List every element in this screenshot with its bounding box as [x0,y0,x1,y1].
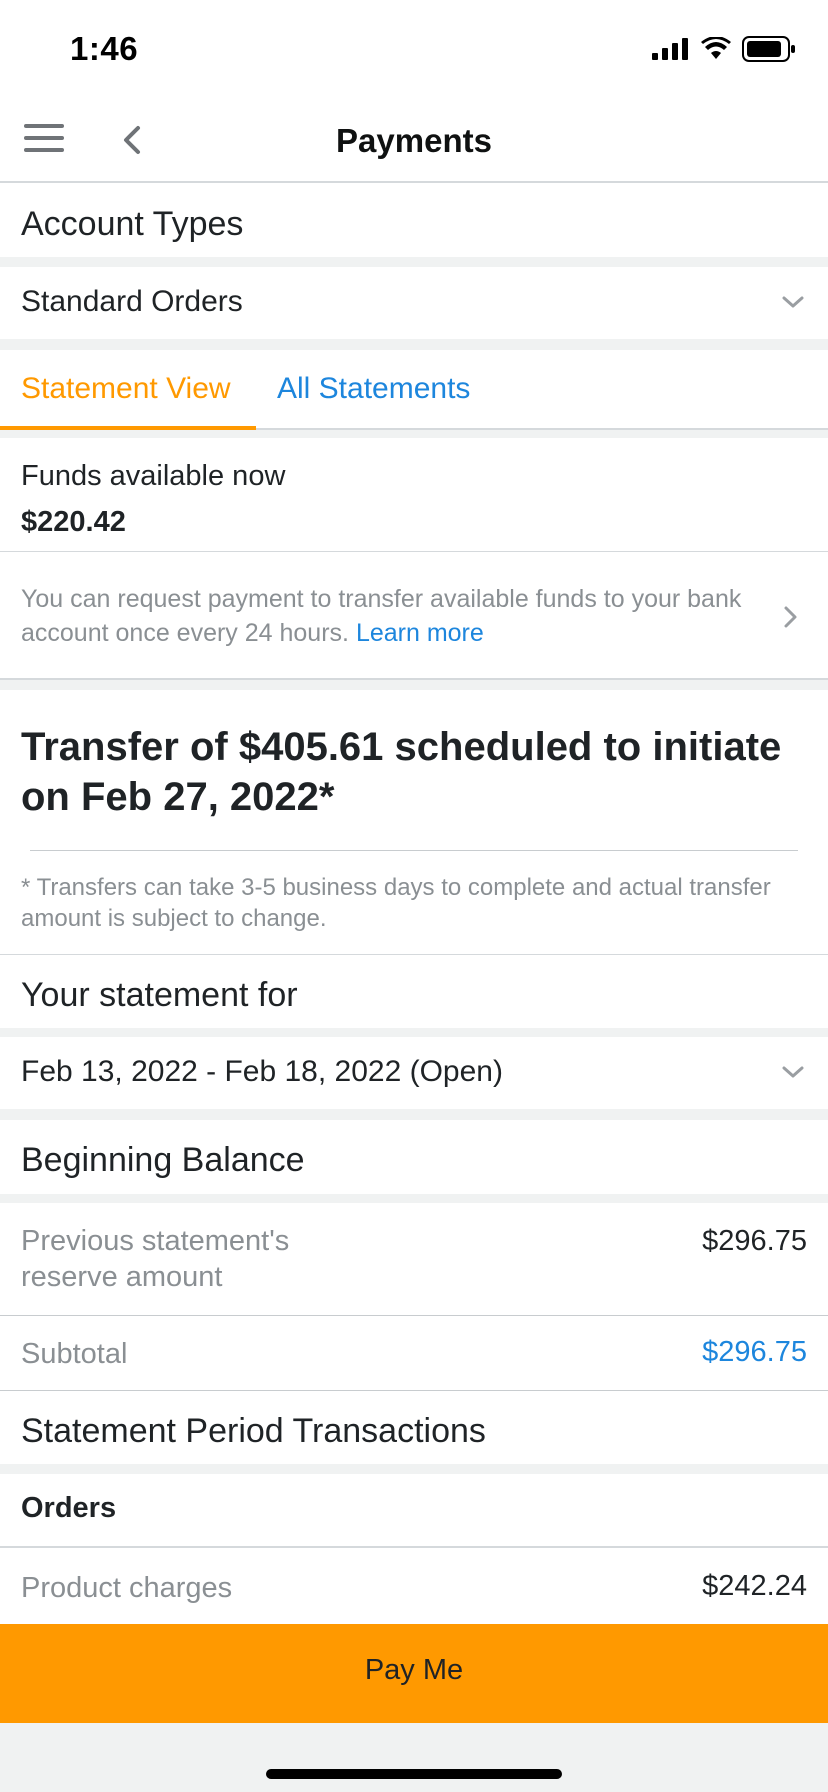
wifi-icon [701,37,731,59]
chevron-down-icon [782,1066,804,1078]
account-types-heading: Account Types [21,205,244,243]
chevron-down-icon [782,296,804,308]
statement-tabs: Statement View All Statements [0,350,828,430]
beginning-balance-heading-row: Beginning Balance [0,1120,828,1194]
statement-heading: Your statement for [21,976,298,1014]
beginning-balance-heading: Beginning Balance [21,1141,305,1179]
home-indicator[interactable] [266,1769,562,1779]
scheduled-transfer-card: Transfer of $405.61 scheduled to initiat… [0,690,828,955]
learn-more-link[interactable]: Learn more [356,619,484,647]
transaction-value: $242.24 [702,1570,807,1602]
funds-label: Funds available now [21,460,286,492]
divider-band [0,257,828,267]
page-title: Payments [336,122,492,159]
transfer-heading: Transfer of $405.61 scheduled to initiat… [21,725,782,819]
signal-icon [652,38,688,60]
account-type-value: Standard Orders [21,285,243,318]
divider-band [0,430,828,438]
balance-row-value: $296.75 [702,1225,807,1257]
status-bar: 1:46 [0,0,828,100]
orders-group-row: Orders [0,1474,828,1548]
pay-me-button[interactable]: Pay Me [0,1624,828,1723]
pay-me-label: Pay Me [364,1654,464,1686]
orders-group-label: Orders [21,1492,117,1524]
divider-band [0,339,828,350]
tab-all-statements[interactable]: All Statements [277,372,470,406]
transfer-note: * Transfers can take 3-5 business days t… [21,874,771,932]
transactions-heading-row: Statement Period Transactions [0,1392,828,1464]
balance-row: Previous statement's reserve amount $296… [0,1203,828,1316]
divider-band [0,1194,828,1203]
funds-amount: $220.42 [21,506,126,538]
statement-heading-row: Your statement for [0,956,828,1028]
funds-available-card: Funds available now $220.42 [0,438,828,552]
status-time: 1:46 [70,30,139,67]
tab-statement-view[interactable]: Statement View [21,372,231,406]
account-types-heading-row: Account Types [0,185,828,257]
account-type-dropdown[interactable]: Standard Orders [0,267,828,339]
subtotal-label: Subtotal [21,1338,128,1370]
divider-band [0,1109,828,1120]
transfer-info-row[interactable]: You can request payment to transfer avai… [0,552,828,680]
transfer-info-text: You can request payment to transfer avai… [21,585,742,647]
home-indicator-area [0,1723,828,1792]
chevron-right-icon [784,606,797,628]
battery-icon [742,36,795,62]
divider [30,850,798,851]
divider-band [0,1028,828,1037]
transactions-heading: Statement Period Transactions [21,1412,486,1450]
subtotal-value: $296.75 [702,1336,807,1368]
subtotal-row: Subtotal $296.75 [0,1316,828,1391]
divider-band [0,1464,828,1474]
nav-bar: Payments [0,100,828,183]
divider-band [0,680,828,690]
balance-row-label: Previous statement's reserve amount [21,1225,290,1293]
status-icons [652,36,796,62]
transaction-label: Product charges [21,1572,233,1604]
statement-period-dropdown[interactable]: Feb 13, 2022 - Feb 18, 2022 (Open) [0,1037,828,1109]
statement-period-value: Feb 13, 2022 - Feb 18, 2022 (Open) [21,1055,503,1088]
transaction-row: Product charges $242.24 [0,1550,828,1624]
